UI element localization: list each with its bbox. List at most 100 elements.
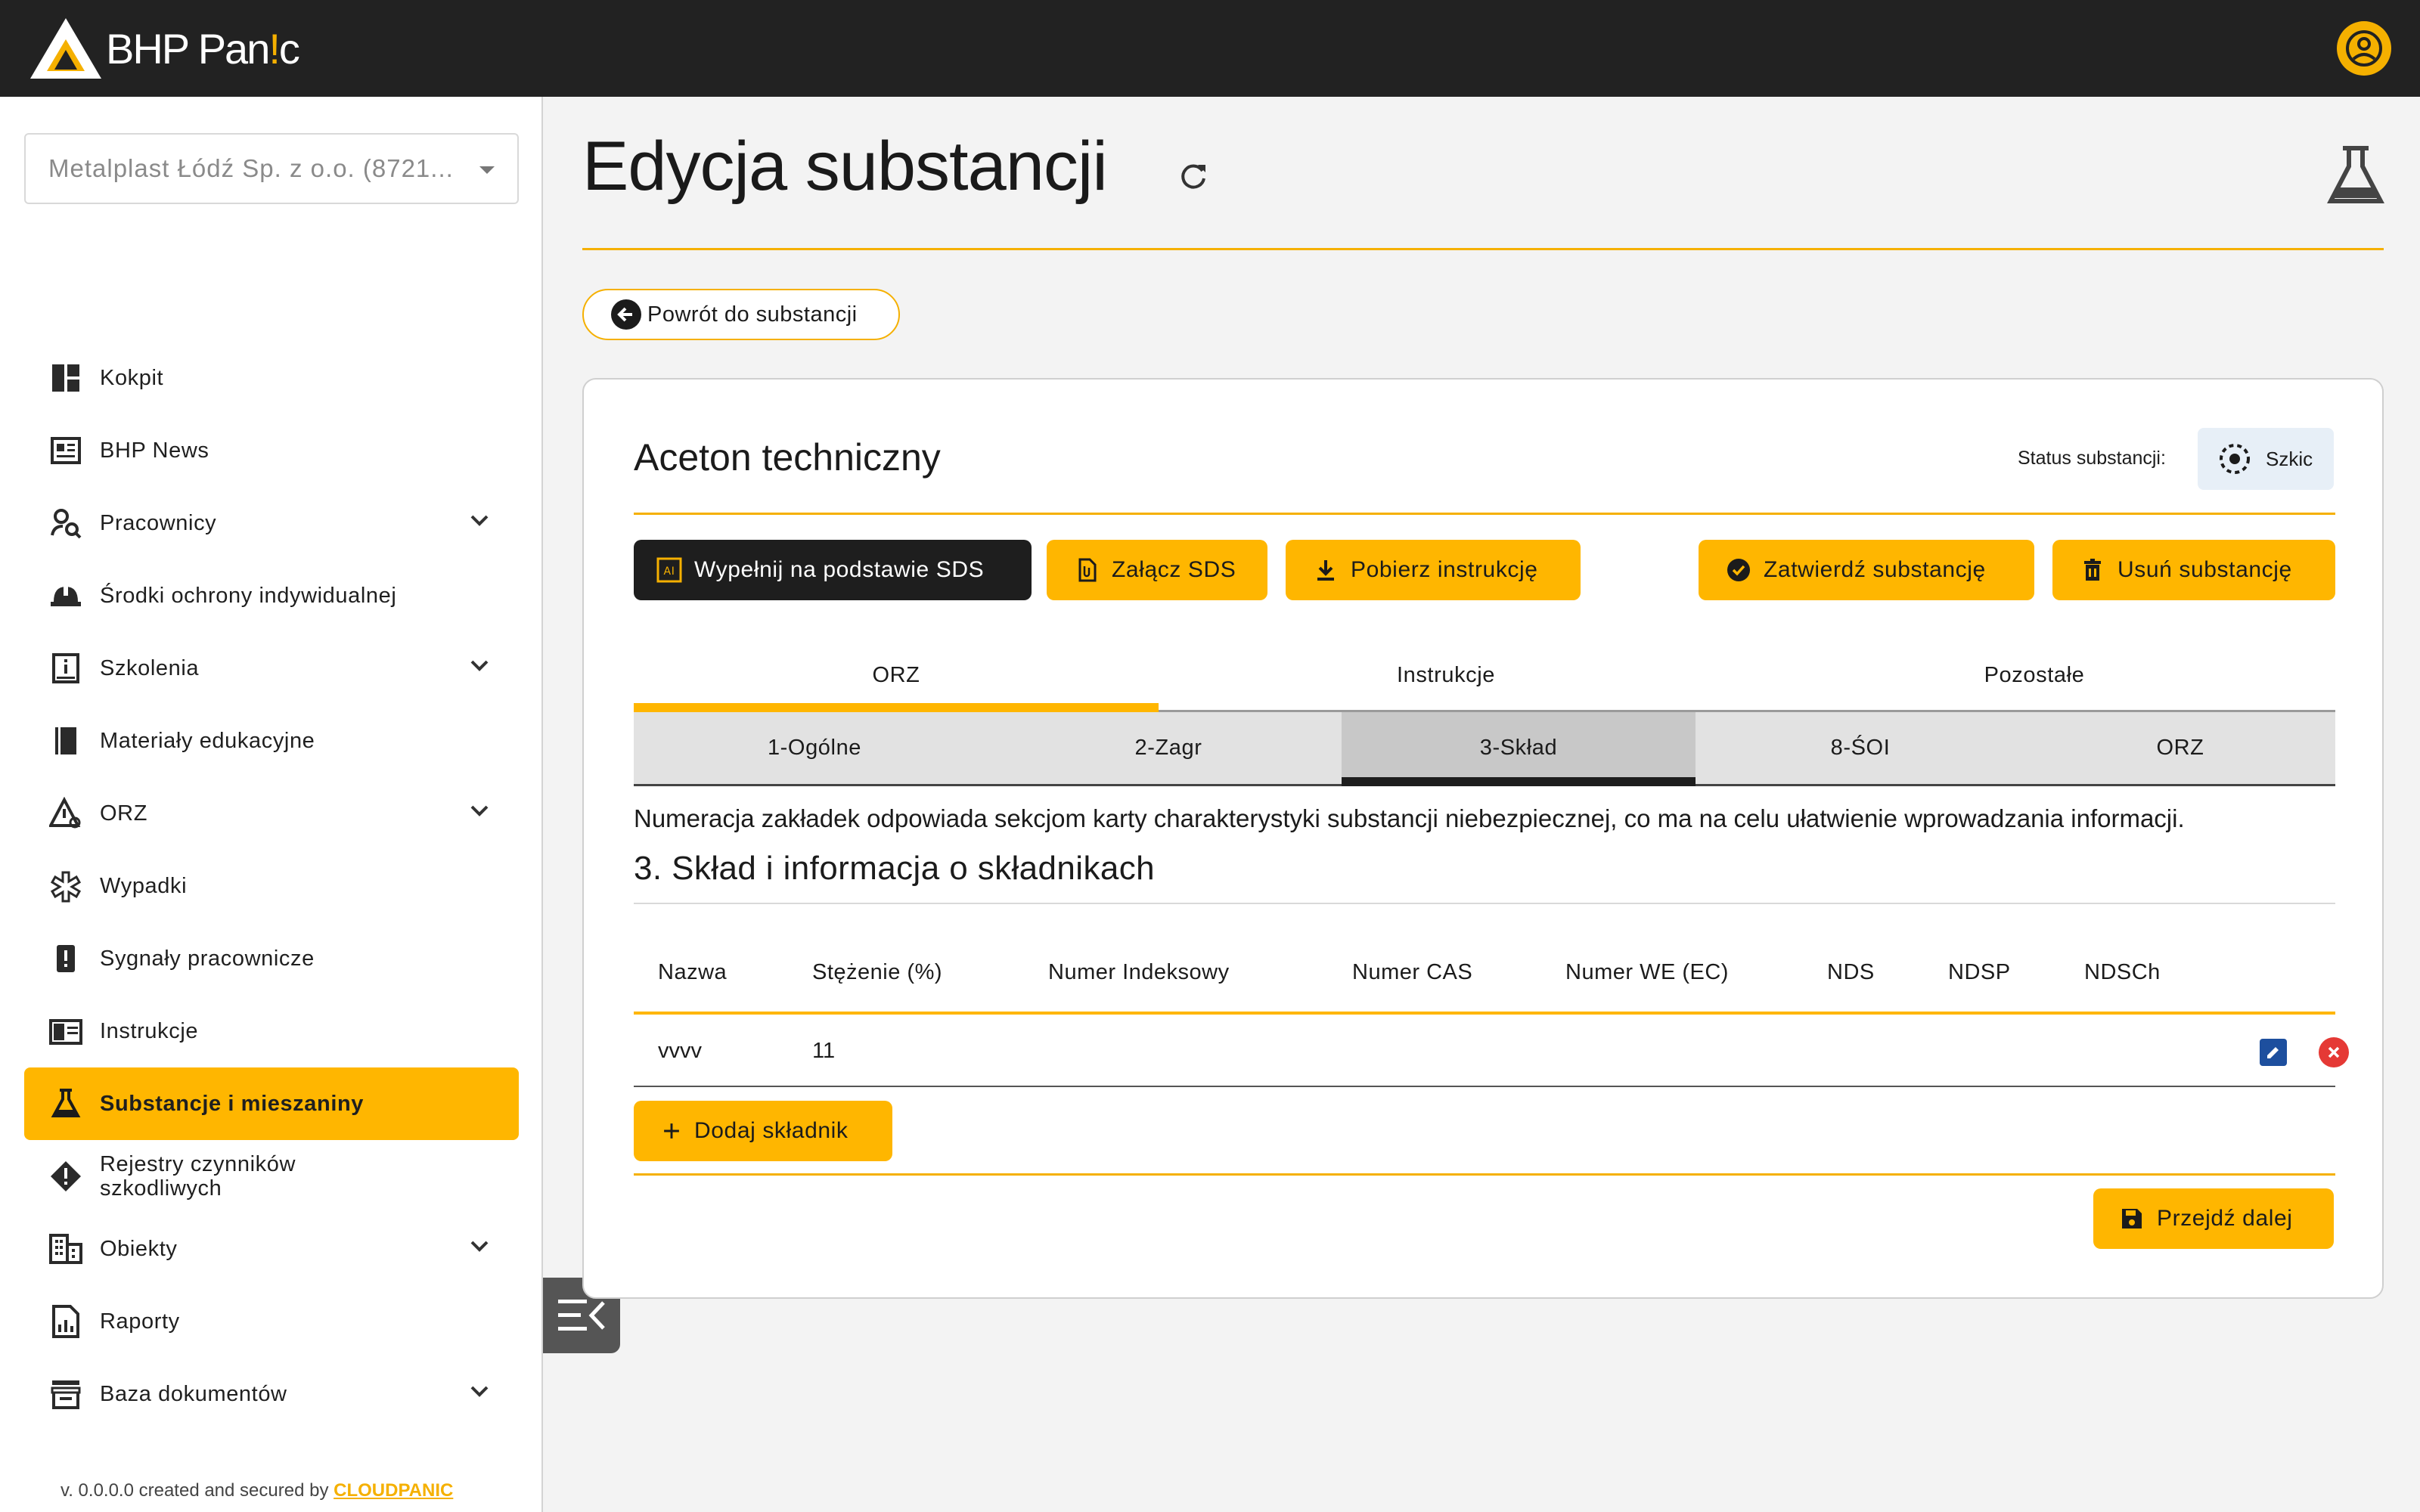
- report-icon: [48, 1304, 83, 1339]
- instructions-icon: [48, 1014, 83, 1049]
- sidebar-item-label: Substancje i mieszaniny: [100, 1091, 365, 1116]
- table-header: Nazwa Stężenie (%) Numer Indeksowy Numer…: [634, 934, 2335, 1015]
- sidebar-item-label: ORZ: [100, 801, 148, 826]
- version-footer: v. 0.0.0.0 created and secured by CLOUDP…: [60, 1480, 454, 1501]
- section-divider: [634, 903, 2335, 904]
- sidebar-item-label: Kokpit: [100, 365, 164, 390]
- add-component-button[interactable]: Dodaj składnik: [634, 1101, 892, 1161]
- sidebar-item-label: Materiały edukacyjne: [100, 728, 315, 753]
- sidebar-item-label: Raporty: [100, 1309, 180, 1334]
- chevron-down-icon: [470, 660, 489, 671]
- sidebar-item-srodki-ochrony[interactable]: Środki ochrony indywidualnej: [24, 559, 519, 632]
- chevron-down-icon: [470, 1241, 489, 1252]
- sidebar-item-rejestry[interactable]: Rejestry czynników szkodliwych: [24, 1140, 519, 1213]
- column-header: NDSP: [1948, 960, 2011, 984]
- chevron-down-icon: [479, 166, 495, 174]
- tab-pozostale[interactable]: Pozostałe: [1733, 641, 2335, 710]
- logo-text: BHP Pan!c: [106, 24, 300, 73]
- column-header: Nazwa: [658, 960, 728, 984]
- sidebar-item-raporty[interactable]: Raporty: [24, 1285, 519, 1358]
- arrow-left-icon: [611, 299, 641, 330]
- company-select[interactable]: Metalplast Łódź Sp. z o.o. (8721...: [24, 133, 519, 204]
- sidebar-item-sygnaly[interactable]: Sygnały pracownicze: [24, 922, 519, 995]
- next-button[interactable]: Przejdź dalej: [2093, 1188, 2334, 1249]
- employee-search-icon: [48, 506, 83, 541]
- tab-8-soi[interactable]: 8-ŚOI: [1696, 712, 2025, 784]
- fill-from-sds-button[interactable]: AI Wypełnij na podstawie SDS: [634, 540, 1032, 600]
- sidebar-item-materialy[interactable]: Materiały edukacyjne: [24, 705, 519, 777]
- ai-icon: AI: [656, 557, 682, 583]
- sidebar-item-kokpit[interactable]: Kokpit: [24, 342, 519, 414]
- main-tabs: ORZ Instrukcje Pozostałe: [634, 641, 2335, 712]
- attach-file-icon: [1078, 558, 1097, 582]
- column-header: Numer WE (EC): [1565, 960, 1729, 984]
- sidebar-item-label: Instrukcje: [100, 1018, 199, 1043]
- status-value: Szkic: [2266, 447, 2313, 470]
- book-icon: [48, 723, 83, 758]
- sidebar-item-szkolenia[interactable]: Szkolenia: [24, 632, 519, 705]
- info-text: Numeracja zakładek odpowiada sekcjom kar…: [634, 804, 2185, 832]
- attach-sds-button[interactable]: Załącz SDS: [1047, 540, 1267, 600]
- sidebar-item-obiekty[interactable]: Obiekty: [24, 1213, 519, 1285]
- sidebar-item-wypadki[interactable]: Wypadki: [24, 850, 519, 922]
- section-tabs: 1-Ogólne 2-Zagr 3-Skład 8-ŚOI ORZ: [634, 712, 2335, 786]
- back-to-substances-button[interactable]: Powrót do substancji: [582, 289, 900, 340]
- sidebar-item-substancje[interactable]: Substancje i mieszaniny: [24, 1067, 519, 1140]
- sidebar-item-label: Szkolenia: [100, 655, 200, 680]
- chevron-down-icon: [470, 805, 489, 816]
- trash-icon: [2084, 559, 2101, 581]
- tab-1-ogolne[interactable]: 1-Ogólne: [634, 712, 995, 784]
- column-header: Stężenie (%): [812, 960, 943, 984]
- refresh-icon[interactable]: [1177, 160, 1210, 194]
- delete-substance-button[interactable]: Usuń substancję: [2052, 540, 2335, 600]
- card-bottom-divider: [634, 1173, 2335, 1176]
- sidebar-item-label: Pracownicy: [100, 510, 217, 535]
- chevron-down-icon: [470, 1386, 489, 1397]
- download-icon: [1317, 560, 1334, 581]
- download-instruction-button[interactable]: Pobierz instrukcję: [1286, 540, 1581, 600]
- cloudpanic-link[interactable]: CLOUDPANIC: [334, 1480, 453, 1501]
- cell-concentration: 11: [812, 1039, 836, 1063]
- sidebar-item-label: BHP News: [100, 438, 209, 463]
- risk-icon: [48, 796, 83, 831]
- sidebar-item-bhp-news[interactable]: BHP News: [24, 414, 519, 487]
- card-divider: [634, 513, 2335, 515]
- column-header: NDSCh: [2084, 960, 2161, 984]
- tab-orz[interactable]: ORZ: [634, 641, 1159, 712]
- draft-status-icon: [2220, 444, 2250, 474]
- top-bar: BHP Pan!c: [0, 0, 2420, 97]
- substance-name: Aceton techniczny: [634, 436, 941, 479]
- sidebar-item-label: Baza dokumentów: [100, 1381, 287, 1406]
- collapse-menu-icon: [558, 1300, 605, 1331]
- medical-icon: [48, 869, 83, 903]
- user-circle-icon: [2346, 30, 2382, 67]
- edit-icon[interactable]: [2260, 1039, 2287, 1066]
- sidebar-item-instrukcje[interactable]: Instrukcje: [24, 995, 519, 1067]
- news-icon: [48, 433, 83, 468]
- tab-2-zagr[interactable]: 2-Zagr: [995, 712, 1342, 784]
- user-account-button[interactable]: [2337, 21, 2391, 76]
- back-button-label: Powrót do substancji: [647, 302, 858, 327]
- sidebar-item-label: Sygnały pracownicze: [100, 946, 315, 971]
- approve-substance-button[interactable]: Zatwierdź substancję: [1699, 540, 2034, 600]
- archive-icon: [48, 1377, 83, 1411]
- training-icon: [48, 651, 83, 686]
- column-header: Numer Indeksowy: [1048, 960, 1230, 984]
- column-header: Numer CAS: [1352, 960, 1473, 984]
- tab-orz-sub[interactable]: ORZ: [2025, 712, 2335, 784]
- sidebar-item-orz[interactable]: ORZ: [24, 777, 519, 850]
- sidebar-item-baza-dokumentow[interactable]: Baza dokumentów: [24, 1358, 519, 1430]
- sidebar-item-label: Środki ochrony indywidualnej: [100, 583, 397, 608]
- helmet-icon: [48, 578, 83, 613]
- status-label: Status substancji:: [2018, 448, 2166, 469]
- delete-row-icon[interactable]: [2319, 1037, 2349, 1067]
- verified-icon: [1727, 559, 1750, 581]
- sidebar: Metalplast Łódź Sp. z o.o. (8721... Kokp…: [0, 97, 543, 1512]
- title-divider: [582, 248, 2384, 250]
- tab-instrukcje[interactable]: Instrukcje: [1159, 641, 1733, 710]
- sidebar-item-label: Obiekty: [100, 1236, 178, 1261]
- sidebar-item-pracownicy[interactable]: Pracownicy: [24, 487, 519, 559]
- tab-3-sklad[interactable]: 3-Skład: [1342, 712, 1696, 786]
- app-logo[interactable]: BHP Pan!c: [29, 17, 300, 80]
- section-title: 3. Skład i informacja o składnikach: [634, 850, 1155, 887]
